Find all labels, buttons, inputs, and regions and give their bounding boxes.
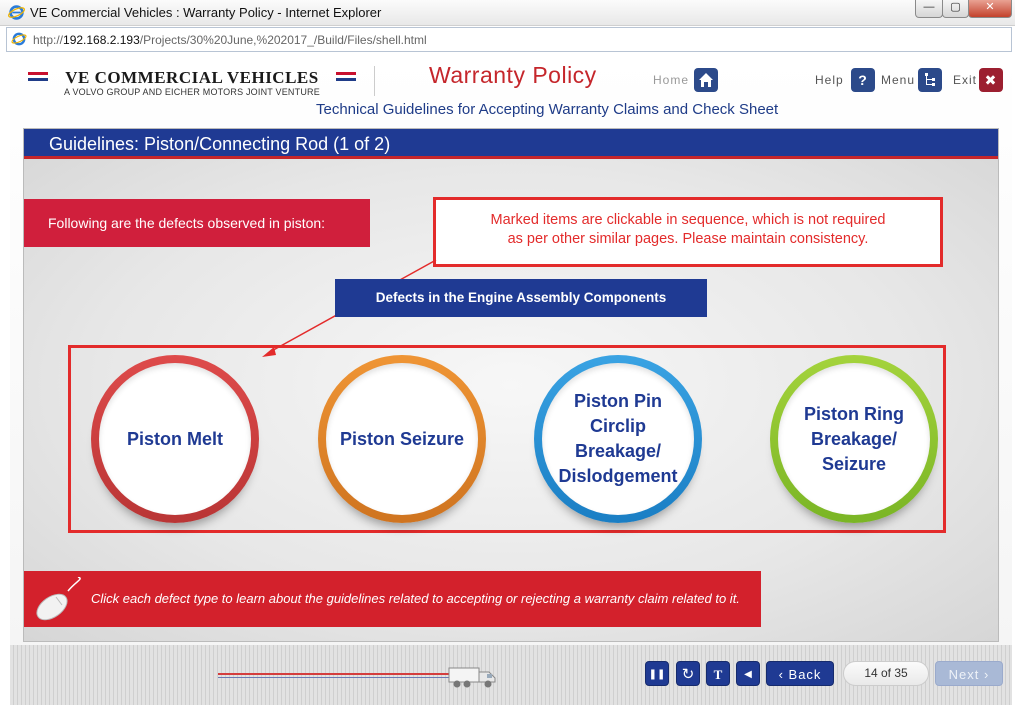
defect-label-line: Piston Ring <box>804 403 904 424</box>
menu-tree-icon[interactable] <box>918 68 942 92</box>
internet-explorer-icon <box>8 5 25 20</box>
mouse-icon <box>36 577 81 621</box>
defect-label-line: Breakage/ <box>810 428 898 449</box>
brand-tagline: A VOLVO GROUP AND EICHER MOTORS JOINT VE… <box>64 87 320 97</box>
window-title: VE Commercial Vehicles : Warranty Policy… <box>30 5 382 20</box>
menu-label: Menu <box>881 73 916 87</box>
defect-label: Piston Seizure <box>326 363 478 515</box>
window-titlebar: VE Commercial Vehicles : Warranty Policy… <box>0 0 1015 26</box>
review-comment-line-1: Marked items are clickable in sequence, … <box>490 212 886 228</box>
back-button[interactable]: ‹ Back <box>766 661 834 686</box>
home-button[interactable]: Home <box>653 68 719 92</box>
pause-button[interactable]: ❚❚ <box>645 661 669 686</box>
player-footer: ❚❚ ↻ T ◀ ‹ Back 14 of 35 Next › <box>10 645 1012 705</box>
review-comment-line-2: as per other similar pages. Please maint… <box>507 231 869 247</box>
defect-label-line: Piston Seizure <box>339 428 465 449</box>
address-bar[interactable]: http://192.168.2.193/Projects/30%20June,… <box>6 27 1012 52</box>
transcript-button[interactable]: T <box>706 661 730 686</box>
page-counter: 14 of 35 <box>843 661 929 686</box>
truck-icon <box>448 667 496 688</box>
slide-stage: Guidelines: Piston/Connecting Rod (1 of … <box>23 128 999 642</box>
url-text[interactable]: http://192.168.2.193/Projects/30%20June,… <box>33 33 427 47</box>
home-label: Home <box>653 73 690 87</box>
exit-button[interactable]: Exit ✖ <box>953 68 1003 92</box>
course-title: Warranty Policy <box>429 62 597 88</box>
help-label: Help <box>815 73 844 87</box>
maximize-button[interactable]: ▢ <box>942 0 969 18</box>
course-subtitle: Technical Guidelines for Accepting Warra… <box>316 101 779 118</box>
help-button[interactable]: Help ? <box>815 68 875 92</box>
defect-label-line: Circlip <box>589 416 646 436</box>
menu-button[interactable]: Menu <box>881 68 943 92</box>
defect-label-line: Seizure <box>821 453 887 474</box>
defect-piston-pin-circlip-button[interactable]: Piston Pin Circlip Breakage/ Dislodgemen… <box>534 355 702 523</box>
audio-button[interactable]: ◀ <box>736 661 760 686</box>
defect-piston-melt-button[interactable]: Piston Melt <box>91 355 259 523</box>
defect-label-line: Breakage/ <box>574 441 662 461</box>
url-host: 192.168.2.193 <box>63 33 140 47</box>
flag-stripe-right-icon <box>336 72 356 82</box>
brand-name: VE COMMERCIAL VEHICLES <box>65 68 319 87</box>
slide-title: Guidelines: Piston/Connecting Rod (1 of … <box>24 129 998 159</box>
exit-icon[interactable]: ✖ <box>979 68 1003 92</box>
minimize-button[interactable]: — <box>915 0 943 18</box>
defect-label-line: Piston Pin <box>573 391 662 411</box>
course-player: VE COMMERCIAL VEHICLES A VOLVO GROUP AND… <box>10 56 1012 705</box>
defect-label: Piston Ring Breakage/ Seizure <box>778 363 930 515</box>
home-icon[interactable] <box>694 68 718 92</box>
defects-heading: Defects in the Engine Assembly Component… <box>335 279 707 317</box>
defect-label-line: Piston Melt <box>126 428 223 449</box>
instruction-banner: Click each defect type to learn about th… <box>24 571 761 627</box>
defect-piston-ring-button[interactable]: Piston Ring Breakage/ Seizure <box>770 355 938 523</box>
progress-line <box>218 677 458 678</box>
defect-piston-seizure-button[interactable]: Piston Seizure <box>318 355 486 523</box>
exit-label: Exit <box>953 73 978 87</box>
defect-label-line: Dislodgement <box>558 466 678 486</box>
url-prefix: http:// <box>33 33 64 47</box>
progress-line <box>218 673 458 675</box>
defect-label: Piston Pin Circlip Breakage/ Dislodgemen… <box>542 363 694 515</box>
intro-text-box: Following are the defects observed in pi… <box>24 199 370 247</box>
company-logo: VE COMMERCIAL VEHICLES A VOLVO GROUP AND… <box>28 68 358 100</box>
header-divider <box>374 66 375 96</box>
close-window-button[interactable]: ✕ <box>968 0 1012 18</box>
replay-button[interactable]: ↻ <box>676 661 700 686</box>
page-favicon-icon <box>11 32 27 46</box>
url-path: /Projects/30%20June,%202017_/Build/Files… <box>139 33 427 47</box>
help-icon[interactable]: ? <box>851 68 875 92</box>
next-button[interactable]: Next › <box>935 661 1003 686</box>
defect-label: Piston Melt <box>99 363 251 515</box>
review-comment-box: Marked items are clickable in sequence, … <box>433 197 943 267</box>
